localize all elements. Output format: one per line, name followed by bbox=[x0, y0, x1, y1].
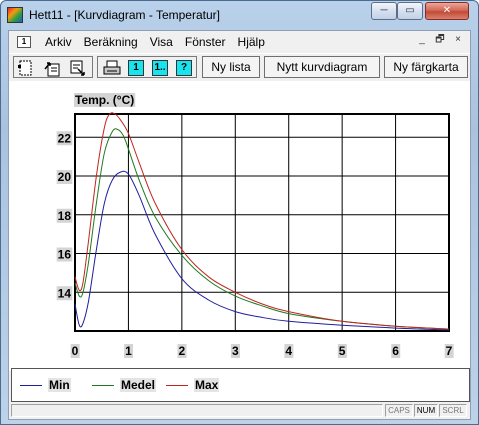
new-curve-diagram-button[interactable]: Nytt kurvdiagram bbox=[264, 56, 380, 78]
menu-item-3[interactable]: Fönster bbox=[179, 35, 232, 49]
scrl-indicator: SCRL bbox=[439, 404, 467, 417]
single-page-button[interactable]: 1 bbox=[128, 60, 144, 76]
y-tick-label: 14 bbox=[58, 286, 72, 300]
status-bar: CAPS NUM SCRL bbox=[9, 403, 470, 419]
y-tick-label: 22 bbox=[58, 131, 72, 145]
app-icon[interactable] bbox=[7, 7, 23, 23]
plot-area bbox=[75, 114, 449, 331]
y-tick-label: 16 bbox=[58, 248, 72, 262]
x-tick-label: 7 bbox=[446, 344, 453, 358]
title-bar[interactable]: Hett11 - [Kurvdiagram - Temperatur] ─ ▭ … bbox=[1, 1, 478, 30]
document-icon[interactable]: 1 bbox=[17, 36, 31, 48]
temperature-chart: 012345671416182022Temp. (°C)Relativ tid … bbox=[56, 93, 454, 358]
view-tool-group: 1 1.. ? bbox=[97, 56, 197, 78]
menu-items: Arkiv Beräkning Visa Fönster Hjälp bbox=[39, 35, 271, 49]
export-document-icon[interactable] bbox=[42, 59, 62, 77]
legend-swatch bbox=[166, 384, 188, 386]
x-tick-label: 4 bbox=[285, 344, 292, 358]
mdi-client: 1 Arkiv Beräkning Visa Fönster Hjälp _ 🗗 × bbox=[8, 30, 471, 420]
legend-label: Min bbox=[48, 378, 71, 392]
mdi-controls: _ 🗗 × bbox=[414, 34, 466, 48]
legend-item: Medel bbox=[92, 378, 157, 392]
legend-swatch bbox=[92, 384, 114, 386]
legend-item: Min bbox=[20, 378, 71, 392]
legend-label: Max bbox=[194, 378, 220, 392]
file-tool-group bbox=[13, 56, 93, 78]
maximize-button[interactable]: ▭ bbox=[397, 2, 423, 20]
legend-label: Medel bbox=[120, 378, 157, 392]
legend-swatch bbox=[20, 384, 42, 386]
menu-item-0[interactable]: Arkiv bbox=[39, 35, 78, 49]
chart-area: 012345671416182022Temp. (°C)Relativ tid … bbox=[9, 81, 470, 371]
window-title: Hett11 - [Kurvdiagram - Temperatur] bbox=[29, 8, 220, 22]
menu-bar: 1 Arkiv Beräkning Visa Fönster Hjälp _ 🗗 × bbox=[9, 31, 470, 53]
toolbar: 1 1.. ? Ny lista Nytt kurvdiagram Ny fär… bbox=[9, 53, 470, 79]
close-button[interactable]: ✕ bbox=[425, 2, 469, 20]
import-document-icon[interactable] bbox=[68, 59, 88, 77]
mdi-minimize-button[interactable]: _ bbox=[414, 34, 430, 48]
x-tick-label: 1 bbox=[125, 344, 132, 358]
new-list-button[interactable]: Ny lista bbox=[202, 56, 260, 78]
app-window: Hett11 - [Kurvdiagram - Temperatur] ─ ▭ … bbox=[0, 0, 479, 425]
legend-item: Max bbox=[166, 378, 220, 392]
y-axis-title: Temp. (°C) bbox=[75, 93, 134, 107]
new-document-icon[interactable] bbox=[16, 59, 36, 77]
mdi-restore-button[interactable]: 🗗 bbox=[432, 34, 448, 48]
chart-legend: Min Medel Max bbox=[11, 368, 470, 402]
help-button[interactable]: ? bbox=[176, 60, 192, 76]
y-tick-label: 20 bbox=[58, 170, 72, 184]
num-indicator: NUM bbox=[414, 404, 438, 417]
x-tick-label: 3 bbox=[232, 344, 239, 358]
x-tick-label: 5 bbox=[339, 344, 346, 358]
menu-item-2[interactable]: Visa bbox=[144, 35, 179, 49]
menu-item-1[interactable]: Beräkning bbox=[78, 35, 144, 49]
menu-item-4[interactable]: Hjälp bbox=[232, 35, 271, 49]
print-icon[interactable] bbox=[102, 59, 122, 77]
x-tick-label: 6 bbox=[392, 344, 399, 358]
x-tick-label: 2 bbox=[179, 344, 186, 358]
caps-indicator: CAPS bbox=[385, 404, 413, 417]
status-message bbox=[11, 404, 383, 417]
x-tick-label: 0 bbox=[72, 344, 79, 358]
new-color-map-button[interactable]: Ny färgkarta bbox=[384, 56, 468, 78]
multi-page-button[interactable]: 1.. bbox=[152, 60, 168, 76]
minimize-button[interactable]: ─ bbox=[371, 2, 397, 20]
y-tick-label: 18 bbox=[58, 209, 72, 223]
mdi-close-button[interactable]: × bbox=[450, 34, 466, 48]
